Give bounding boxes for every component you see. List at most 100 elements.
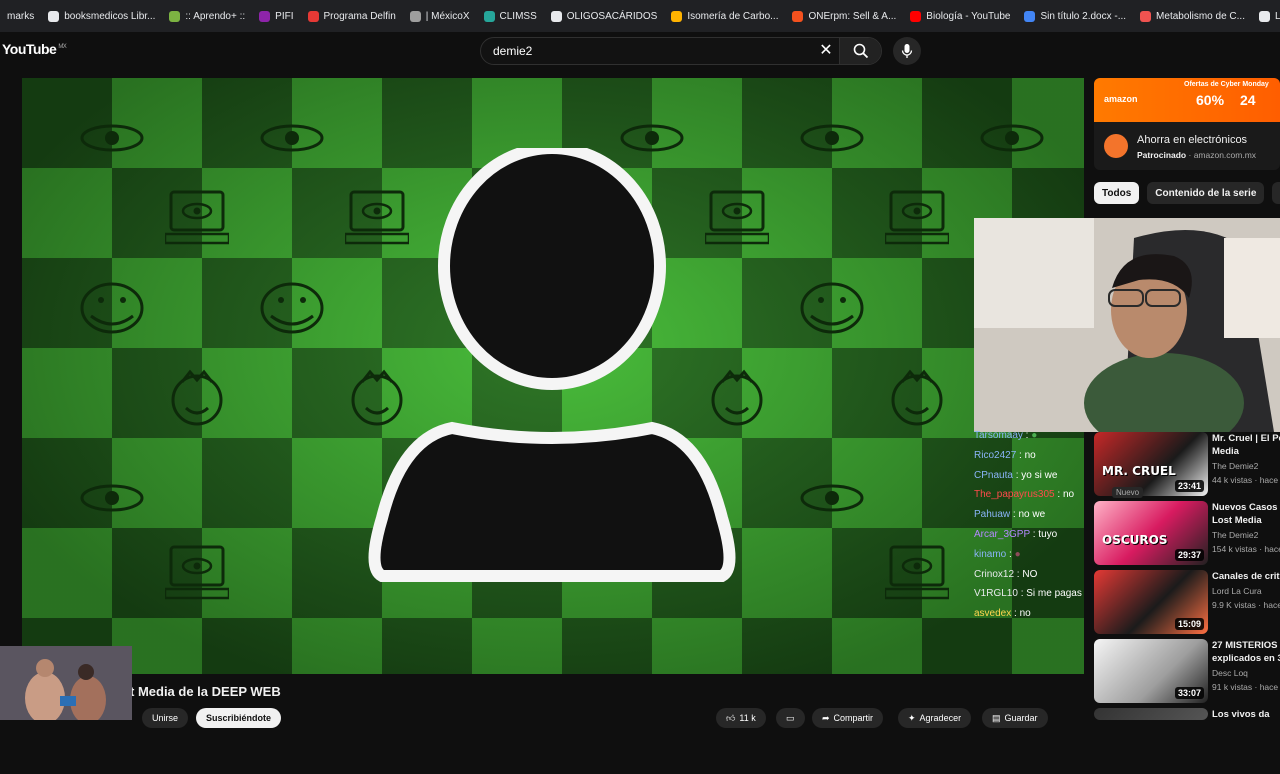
chat-text: no	[1019, 608, 1031, 620]
video-thumbnail[interactable]	[1094, 708, 1208, 720]
filter-chip[interactable]: Todos	[1094, 182, 1140, 204]
join-button[interactable]: Unirse	[142, 708, 189, 728]
chat-separator: :	[1011, 608, 1020, 620]
like-button[interactable]: 👍︎ 11 k	[716, 708, 766, 728]
search-input[interactable]	[491, 43, 811, 59]
recommendation-title[interactable]: Los vivos da	[1212, 708, 1280, 721]
recommendation-item[interactable]: OSCUROS 29:37 Nuevos Casos O Lost Media The …	[1094, 501, 1280, 567]
computer-doodle-icon	[152, 543, 242, 603]
bookmark-item[interactable]: Isomería de Carbo...	[664, 4, 785, 28]
streamer-webcam-overlay	[974, 218, 1280, 432]
bookmark-label: booksmedicos Libr...	[64, 10, 156, 22]
chat-message: kinamo : ●	[974, 549, 1094, 569]
bookmark-favicon-icon	[409, 10, 421, 22]
bookmark-item[interactable]: CLIMSS	[477, 4, 544, 28]
channel-name[interactable]: The Demie2	[1212, 461, 1258, 471]
bookmark-label: ONErpm: Sell & A...	[808, 10, 897, 22]
video-duration: 23:41	[1174, 480, 1204, 492]
recommendation-item[interactable]: MR. CRUEL 23:41 Mr. Cruel | El Pe Media The …	[1094, 432, 1280, 498]
bookmark-item[interactable]: booksmedicos Libr...	[41, 4, 162, 28]
bookmark-item[interactable]: Biología - YouTube	[903, 4, 1017, 28]
video-player[interactable]	[22, 78, 1084, 674]
filter-chip[interactable]: Visto	[1272, 182, 1280, 204]
save-button[interactable]: ▤ Guardar	[982, 708, 1048, 728]
new-badge: Nuevo	[1112, 487, 1144, 498]
voice-search-button[interactable]	[893, 37, 921, 65]
channel-name[interactable]: Lord La Cura	[1212, 586, 1262, 596]
video-thumbnail[interactable]: OSCUROS 29:37	[1094, 501, 1208, 565]
video-duration: 15:09	[1174, 618, 1204, 630]
bookmark-favicon-icon	[307, 10, 319, 22]
recommendation-title[interactable]: Mr. Cruel | El Pe	[1212, 432, 1280, 445]
filter-chip[interactable]: Contenido de la serie	[1147, 182, 1265, 204]
recommendation-title[interactable]: 27 MISTERIOS D	[1212, 639, 1280, 652]
bookmark-item[interactable]: Programa Delfin	[301, 4, 403, 28]
chat-message: V1RGL10 : Si me pagas	[974, 588, 1094, 608]
youtube-logo[interactable]: YouTube MX	[2, 41, 67, 57]
video-thumbnail[interactable]: MR. CRUEL 23:41	[1094, 432, 1208, 496]
amazon-logo: amazon	[1104, 94, 1138, 104]
recommendation-title-line2[interactable]: Lost Media	[1212, 514, 1280, 527]
overlay-video-thumbnail	[0, 646, 132, 720]
bookmark-label: marks	[7, 10, 35, 22]
chat-separator: :	[1016, 449, 1025, 461]
video-thumbnail[interactable]: 15:09	[1094, 570, 1208, 634]
channel-name[interactable]: The Demie2	[1212, 530, 1258, 540]
bookmark-item[interactable]: Lipolisis - Wikipedi...	[1252, 4, 1280, 28]
sponsored-ad[interactable]: Ofertas de Cyber Monday amazon 60% 24 Ah…	[1094, 78, 1280, 170]
share-button[interactable]: ➦ Compartir	[812, 708, 884, 728]
cartoon-girl-doodle-icon	[872, 368, 962, 428]
bookmark-item[interactable]: OLIGOSACÁRIDOS	[544, 4, 665, 28]
bookmark-label: :: Aprendo+ ::	[185, 10, 246, 22]
recommendation-title[interactable]: Nuevos Casos O	[1212, 501, 1280, 514]
chat-message: Crinox12 : NO	[974, 569, 1094, 589]
ad-discount: 60%	[1196, 92, 1225, 108]
bookmark-item[interactable]: | MéxicoX	[403, 4, 477, 28]
bookmark-item[interactable]: marks	[0, 4, 41, 28]
chat-separator: :	[1017, 588, 1027, 600]
amazon-avatar-icon	[1104, 134, 1128, 158]
bookmark-label: Metabolismo de C...	[1156, 10, 1245, 22]
bookmark-label: Sin título 2.docx -...	[1040, 10, 1127, 22]
recommendation-item[interactable]: 33:07 27 MISTERIOS Dexplicados en 30 Desc …	[1094, 639, 1280, 705]
troll-face-doodle-icon	[787, 278, 877, 338]
bookmark-favicon-icon	[483, 10, 495, 22]
ad-banner-title: Ofertas de Cyber Monday	[1184, 81, 1269, 88]
chat-text: tuyo	[1038, 528, 1058, 540]
bookmark-item[interactable]: PIFI	[252, 4, 300, 28]
video-thumbnail[interactable]: 33:07	[1094, 639, 1208, 703]
recommendation-item[interactable]: 15:09 Canales de critic Lord La Cura 9.9 K …	[1094, 570, 1280, 636]
bookmark-favicon-icon	[671, 10, 683, 22]
bookmark-favicon-icon	[1140, 10, 1152, 22]
dislike-button[interactable]: ▭	[776, 708, 805, 728]
eye-doodle-icon	[67, 108, 157, 168]
search-button[interactable]	[839, 38, 881, 64]
troll-face-doodle-icon	[247, 278, 337, 338]
clear-search-icon[interactable]: ✕	[817, 42, 835, 60]
chat-username: Rico2427	[974, 449, 1017, 461]
bookmark-favicon-icon	[1258, 10, 1270, 22]
subscribed-button[interactable]: Suscribiéndote	[196, 708, 282, 728]
chat-text: Si me pagas	[1026, 588, 1082, 600]
bookmark-item[interactable]: Sin título 2.docx -...	[1017, 4, 1133, 28]
recommendation-item[interactable]: Los vivos da	[1094, 708, 1280, 774]
like-count: 11 k	[739, 713, 756, 723]
bookmark-favicon-icon	[550, 10, 562, 22]
chat-separator: :	[1012, 469, 1022, 481]
save-label: Guardar	[1004, 713, 1038, 723]
bookmarks-bar: marks booksmedicos Libr...:: Aprendo+ :: P…	[0, 0, 1280, 32]
bookmark-item[interactable]: ONErpm: Sell & A...	[785, 4, 903, 28]
bookmark-label: Biología - YouTube	[926, 10, 1011, 22]
recommendation-title-line2[interactable]: explicados en 30	[1212, 652, 1280, 665]
chat-username: CPnauta	[974, 469, 1013, 481]
save-icon: ▤	[992, 712, 1001, 723]
bookmark-label: | MéxicoX	[425, 10, 470, 22]
chat-username: Tarsomaay	[974, 430, 1023, 441]
thanks-button[interactable]: ✦ Agradecer	[898, 708, 972, 728]
channel-name[interactable]: Desc Loq	[1212, 668, 1248, 678]
bookmark-item[interactable]: Metabolismo de C...	[1133, 4, 1252, 28]
recommendation-title-line2[interactable]: Media	[1212, 445, 1280, 458]
recommendation-title[interactable]: Canales de critic	[1212, 570, 1280, 583]
bookmark-item[interactable]: :: Aprendo+ ::	[162, 4, 252, 28]
eye-doodle-icon	[967, 108, 1057, 168]
